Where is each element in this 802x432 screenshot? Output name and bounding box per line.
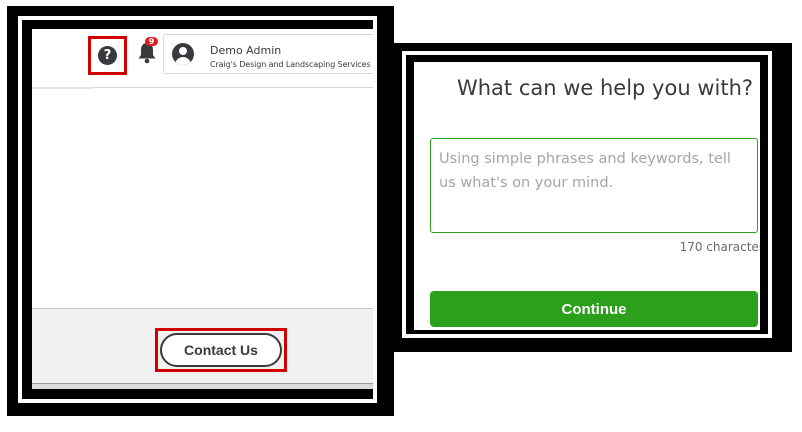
user-avatar-icon <box>172 43 194 65</box>
right-screenshot-frame: What can we help you with? 170 character… <box>394 43 792 352</box>
help-icon[interactable]: ? <box>98 46 117 65</box>
company-name: Craig's Design and Landscaping Services <box>210 60 371 69</box>
help-footer: Contact Us <box>32 308 373 389</box>
bottom-divider <box>32 383 373 389</box>
app-window: ? 9 Demo Admin Craig's Design and Landsc… <box>32 29 373 389</box>
contact-button-highlight: Contact Us <box>155 328 287 372</box>
page-tab-indicator <box>32 87 94 89</box>
notifications-button[interactable]: 9 <box>135 37 159 66</box>
notification-badge: 9 <box>145 37 158 46</box>
continue-button[interactable]: Continue <box>430 291 758 327</box>
account-name: Demo Admin <box>210 44 282 57</box>
dialog-title: What can we help you with? <box>456 76 754 100</box>
account-menu[interactable]: Demo Admin Craig's Design and Landscapin… <box>163 34 373 74</box>
left-screenshot-frame: ? 9 Demo Admin Craig's Design and Landsc… <box>7 6 394 416</box>
help-dialog: What can we help you with? 170 character… <box>414 62 760 330</box>
help-query-input[interactable] <box>430 138 758 233</box>
top-navigation-bar: ? 9 Demo Admin Craig's Design and Landsc… <box>32 29 373 88</box>
contact-us-button[interactable]: Contact Us <box>160 333 282 367</box>
help-button-highlight: ? <box>88 36 127 75</box>
character-count: 170 characters <box>679 240 760 254</box>
